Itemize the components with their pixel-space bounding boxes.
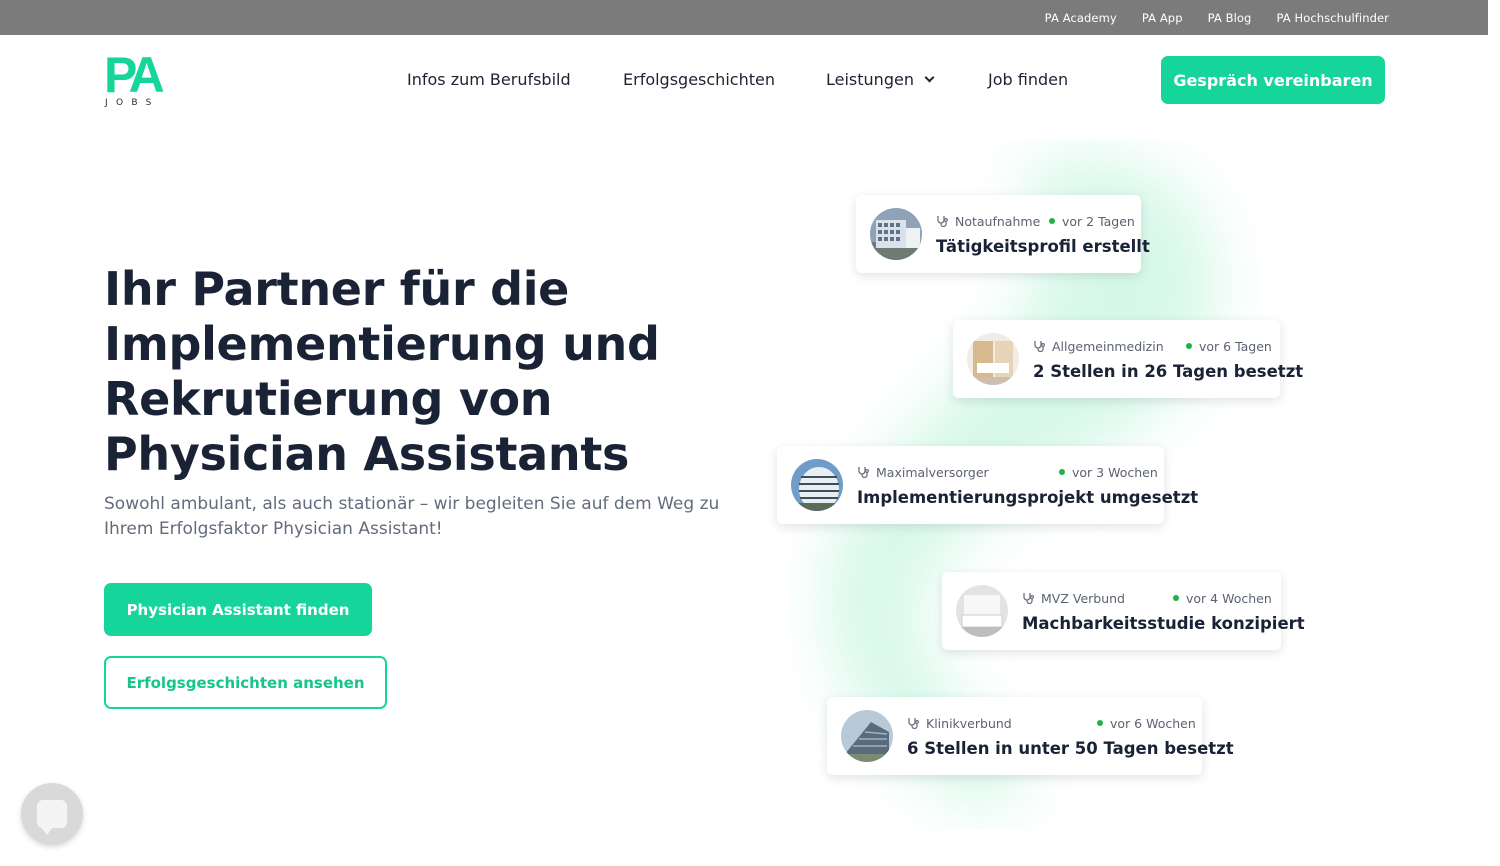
card-time: vor 6 Wochen xyxy=(1097,716,1196,731)
card-category: MVZ Verbund xyxy=(1022,591,1125,606)
card-photo xyxy=(967,333,1019,385)
chevron-down-icon xyxy=(924,72,935,83)
card-time-label: vor 4 Wochen xyxy=(1186,591,1272,606)
card-time: vor 4 Wochen xyxy=(1173,591,1272,606)
card-category: Maximalversorger xyxy=(857,465,989,480)
book-call-button[interactable]: Gespräch vereinbaren xyxy=(1161,56,1385,104)
status-dot xyxy=(1186,343,1192,349)
find-pa-button-label: Physician Assistant finden xyxy=(126,600,350,619)
card-category: Klinikverbund xyxy=(907,716,1012,731)
hero-subtitle-line: Sowohl ambulant, als auch stationär – wi… xyxy=(104,494,720,514)
link-pa-app[interactable]: PA App xyxy=(1142,11,1183,25)
nav-item-erfolgsgeschichten[interactable]: Erfolgsgeschichten xyxy=(623,70,775,89)
card-time: vor 3 Wochen xyxy=(1059,465,1158,480)
status-dot xyxy=(1173,595,1179,601)
hero-title: Ihr Partner für die Implementierung und … xyxy=(104,262,744,482)
hero-title-line: Physician Assistants xyxy=(104,427,630,481)
card-headline: Machbarkeitsstudie konzipiert xyxy=(1022,614,1305,633)
logo-mark: PA xyxy=(104,47,165,103)
status-dot xyxy=(1059,469,1065,475)
utility-links: PA Academy PA App PA Blog PA Hochschulfi… xyxy=(1045,0,1389,35)
card-photo xyxy=(956,585,1008,637)
nav-item-berufsbild[interactable]: Infos zum Berufsbild xyxy=(407,70,571,89)
hero-subtitle: Sowohl ambulant, als auch stationär – wi… xyxy=(104,492,744,542)
card-time-label: vor 6 Wochen xyxy=(1110,716,1196,731)
view-success-stories-button[interactable]: Erfolgsgeschichten ansehen xyxy=(104,656,387,709)
stethoscope-icon xyxy=(908,718,920,729)
chat-widget-button[interactable] xyxy=(21,783,83,845)
link-pa-blog[interactable]: PA Blog xyxy=(1208,11,1252,25)
activity-card: Notaufnahme vor 2 Tagen Tätigkeitsprofil… xyxy=(856,195,1150,273)
card-photo xyxy=(841,710,893,762)
card-photo xyxy=(791,459,843,511)
activity-card: Allgemeinmedizin vor 6 Tagen 2 Stellen i… xyxy=(953,320,1303,398)
card-headline: 2 Stellen in 26 Tagen besetzt xyxy=(1033,362,1304,381)
status-dot xyxy=(1097,720,1103,726)
card-category: Notaufnahme xyxy=(936,214,1040,229)
hero-subtitle-line: Ihrem Erfolgsfaktor Physician Assistant! xyxy=(104,519,443,539)
stethoscope-icon xyxy=(858,467,870,478)
chat-bubble-icon xyxy=(37,800,67,835)
pa-jobs-logo[interactable]: PA JOBS xyxy=(104,50,176,112)
status-dot xyxy=(1049,218,1055,224)
card-category-label: MVZ Verbund xyxy=(1041,591,1125,606)
activity-card: Maximalversorger vor 3 Wochen Implementi… xyxy=(777,446,1198,524)
card-headline: Implementierungsprojekt umgesetzt xyxy=(857,488,1199,507)
card-category-label: Klinikverbund xyxy=(926,716,1012,731)
card-time: vor 2 Tagen xyxy=(1049,214,1135,229)
link-pa-hochschulfinder[interactable]: PA Hochschulfinder xyxy=(1276,11,1389,25)
activity-card: MVZ Verbund vor 4 Wochen Machbarkeitsstu… xyxy=(942,572,1305,650)
stethoscope-icon xyxy=(1023,593,1035,604)
logo-subtitle: JOBS xyxy=(105,98,160,108)
activity-card: Klinikverbund vor 6 Wochen 6 Stellen in … xyxy=(827,697,1234,775)
card-headline: Tätigkeitsprofil erstellt xyxy=(936,237,1150,256)
card-category: Allgemeinmedizin xyxy=(1033,339,1164,354)
card-category-label: Allgemeinmedizin xyxy=(1052,339,1164,354)
card-headline: 6 Stellen in unter 50 Tagen besetzt xyxy=(907,739,1234,758)
top-utility-bar: PA Academy PA App PA Blog PA Hochschulfi… xyxy=(0,0,1488,35)
card-category-label: Maximalversorger xyxy=(876,465,989,480)
card-category-label: Notaufnahme xyxy=(955,214,1041,229)
card-time-label: vor 6 Tagen xyxy=(1199,339,1272,354)
card-time-label: vor 3 Wochen xyxy=(1072,465,1158,480)
card-photo xyxy=(870,208,922,260)
hero-title-line: Rekrutierung von xyxy=(104,372,553,426)
card-time-label: vor 2 Tagen xyxy=(1062,214,1135,229)
hero-title-line: Ihr Partner für die xyxy=(104,262,570,316)
nav-item-leistungen-label: Leistungen xyxy=(826,70,914,89)
nav-item-leistungen[interactable]: Leistungen xyxy=(826,70,935,89)
stethoscope-icon xyxy=(937,216,949,227)
stethoscope-icon xyxy=(1034,341,1046,352)
find-pa-button[interactable]: Physician Assistant finden xyxy=(104,583,372,636)
card-time: vor 6 Tagen xyxy=(1186,339,1272,354)
hero-title-line: Implementierung und xyxy=(104,317,660,371)
link-pa-academy[interactable]: PA Academy xyxy=(1045,11,1117,25)
nav-item-job-finden[interactable]: Job finden xyxy=(988,70,1068,89)
